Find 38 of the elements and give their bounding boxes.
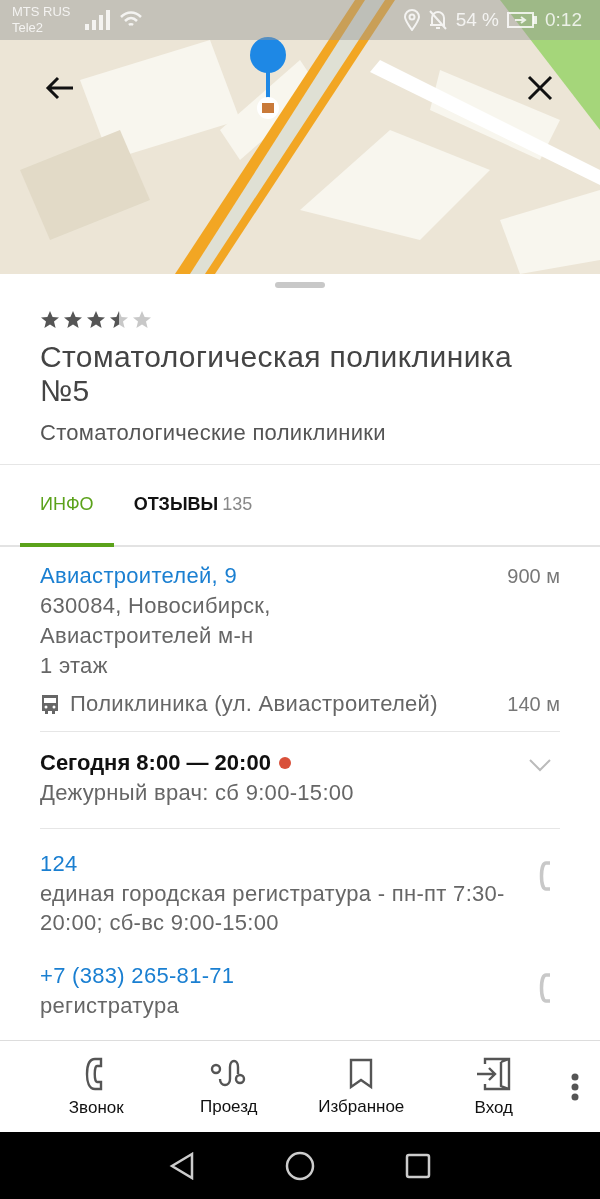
- phone-link[interactable]: +7 (383) 265-81-71: [40, 963, 235, 988]
- distance: 140 м: [507, 692, 560, 717]
- place-category: Стоматологические поликлиники: [40, 420, 387, 446]
- distance: 900 м: [507, 564, 560, 589]
- action-button[interactable]: Проезд: [162, 1052, 295, 1121]
- location-icon: [403, 9, 420, 31]
- place-title: Стоматологическая поликлиника №5: [40, 340, 514, 408]
- drag-handle[interactable]: [275, 282, 325, 288]
- carrier-name: Tele2: [12, 20, 45, 36]
- address-link[interactable]: Авиастроителей, 9: [40, 561, 237, 591]
- clock: 0:12: [545, 9, 582, 31]
- tab[interactable]: ОТЗЫВЫ 135: [113, 465, 273, 547]
- back-nav-icon[interactable]: [169, 1151, 195, 1180]
- phone-link[interactable]: 124: [40, 851, 78, 876]
- action-button[interactable]: Звонок: [30, 1051, 163, 1122]
- hours-note: Дежурный врач: сб 9:00-15:00: [40, 779, 355, 807]
- opening-hours: Сегодня 8:00 — 20:00: [40, 749, 271, 777]
- entrance-icon: [474, 1055, 513, 1092]
- battery-percent: 54 %: [455, 9, 499, 31]
- phone-description: единая городская регистратура - пн-пт 7:30-20:00; сб-вс 9:00-15:00: [40, 880, 506, 937]
- signal-icon: [84, 10, 111, 30]
- battery-icon: [507, 12, 537, 28]
- transit-stop: Поликлиника (ул. Авиастроителей): [70, 690, 438, 718]
- close-icon[interactable]: [527, 75, 553, 101]
- recent-apps-icon[interactable]: [405, 1152, 431, 1179]
- back-icon[interactable]: [45, 76, 75, 100]
- phone-description: регистратура: [40, 992, 180, 1020]
- action-button[interactable]: Вход: [427, 1051, 560, 1122]
- bus-icon: [40, 693, 60, 715]
- action-button[interactable]: Избранное: [295, 1052, 428, 1121]
- bookmark-icon: [348, 1056, 375, 1091]
- home-nav-icon[interactable]: [285, 1150, 315, 1181]
- address-line: Авиастроителей м-н: [40, 622, 255, 650]
- address-line: 1 этаж: [40, 652, 109, 680]
- address-line: 630084, Новосибирск,: [40, 592, 272, 620]
- bell-off-icon: [427, 9, 448, 31]
- more-icon[interactable]: [571, 1072, 579, 1101]
- carrier-name: MTS RUS: [12, 4, 71, 20]
